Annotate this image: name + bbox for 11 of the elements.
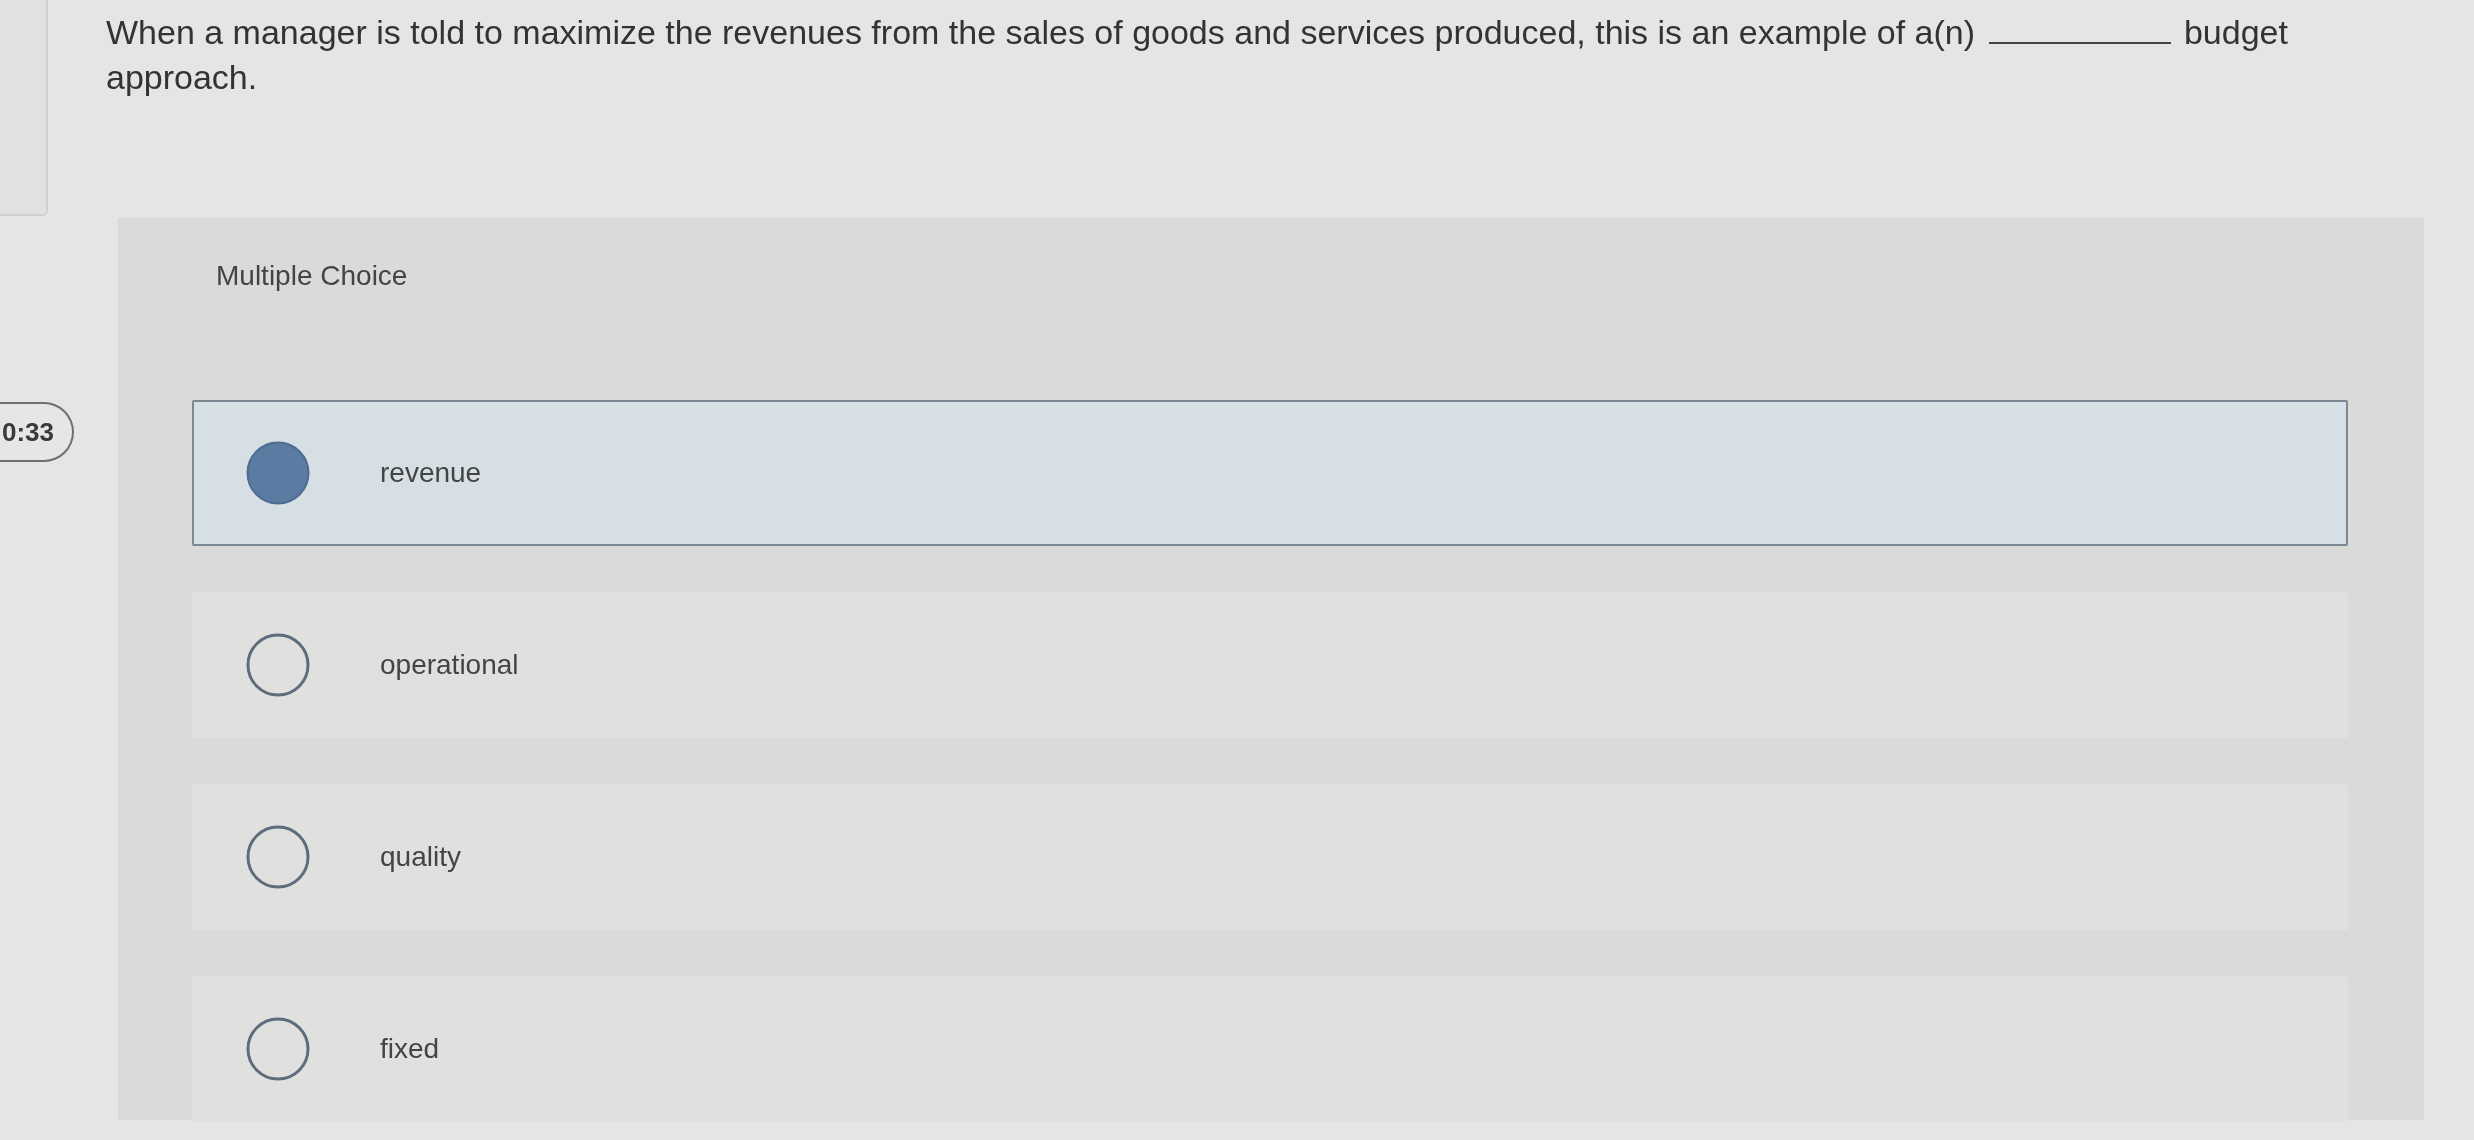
- radio-icon: [246, 441, 310, 505]
- answer-option[interactable]: operational: [192, 592, 2348, 738]
- answer-option[interactable]: fixed: [192, 976, 2348, 1122]
- radio-icon: [246, 1017, 310, 1081]
- question-text: When a manager is told to maximize the revenues from the sales of goods and services produced, this is an example of a(n) budget approach.: [106, 12, 2289, 98]
- answer-option[interactable]: quality: [192, 784, 2348, 930]
- radio-icon: [246, 825, 310, 889]
- timer: 0:33: [0, 402, 75, 462]
- radio-icon: [246, 633, 310, 697]
- answer-option[interactable]: revenue: [192, 400, 2348, 546]
- section-heading: Multiple Choice: [216, 259, 408, 293]
